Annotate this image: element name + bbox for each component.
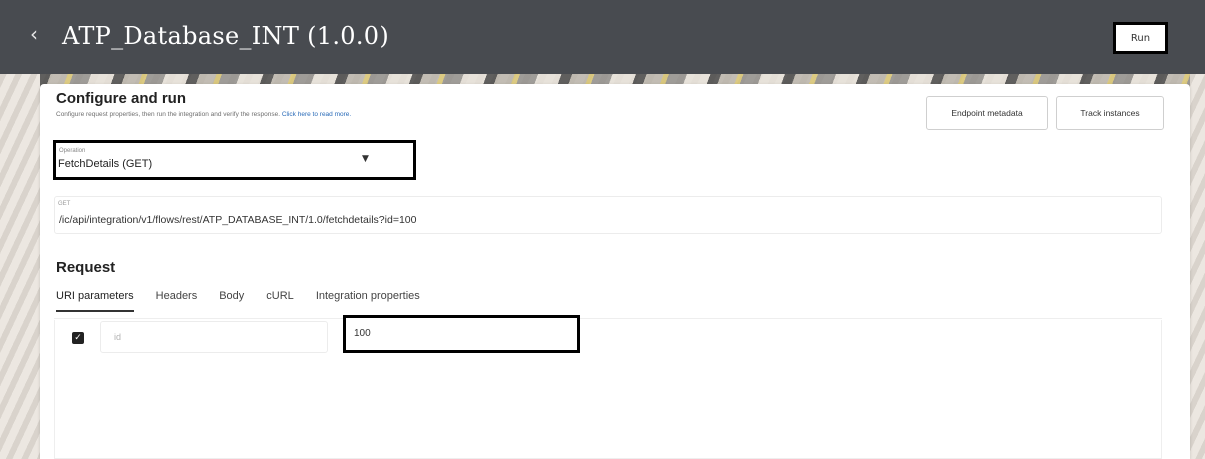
tab-body[interactable]: Body <box>219 290 244 312</box>
card-subtitle: Configure request properties, then run t… <box>56 111 351 118</box>
track-instances-button[interactable]: Track instances <box>1056 96 1164 130</box>
request-tabs: URI parameters Headers Body cURL Integra… <box>56 290 442 312</box>
operation-value: FetchDetails (GET) <box>58 158 153 170</box>
tab-curl[interactable]: cURL <box>266 290 294 312</box>
operation-select[interactable]: Operation FetchDetails (GET) ▼ <box>53 140 416 180</box>
back-chevron-icon[interactable]: ‹ <box>22 22 46 46</box>
request-heading: Request <box>56 259 116 276</box>
uri-parameters-panel: ✓ id 100 <box>54 315 1162 459</box>
card-subtitle-text: Configure request properties, then run t… <box>56 111 281 118</box>
configure-run-card: Configure and run Configure request prop… <box>40 84 1190 459</box>
param-name-field[interactable]: id <box>100 321 328 353</box>
endpoint-url-value: /ic/api/integration/v1/flows/rest/ATP_DA… <box>59 214 417 226</box>
app-header: ‹ ATP_Database_INT (1.0.0) Run <box>0 0 1205 78</box>
http-method-label: GET <box>58 201 71 207</box>
card-title: Configure and run <box>56 90 186 107</box>
param-value-text: 100 <box>354 328 371 339</box>
param-checkbox[interactable]: ✓ <box>72 332 84 344</box>
tab-headers[interactable]: Headers <box>156 290 198 312</box>
endpoint-metadata-button[interactable]: Endpoint metadata <box>926 96 1048 130</box>
param-value-input[interactable]: 100 <box>343 315 580 353</box>
tab-integration-properties[interactable]: Integration properties <box>316 290 420 312</box>
read-more-link[interactable]: Click here to read more. <box>282 111 351 118</box>
param-name-text: id <box>114 332 122 342</box>
tab-uri-parameters[interactable]: URI parameters <box>56 290 134 312</box>
page-title: ATP_Database_INT (1.0.0) <box>62 22 389 50</box>
chevron-down-icon: ▼ <box>362 154 369 164</box>
run-button[interactable]: Run <box>1113 22 1168 54</box>
endpoint-url-field[interactable]: GET /ic/api/integration/v1/flows/rest/AT… <box>54 196 1162 234</box>
tab-divider <box>54 318 1162 319</box>
operation-label: Operation <box>59 148 86 154</box>
